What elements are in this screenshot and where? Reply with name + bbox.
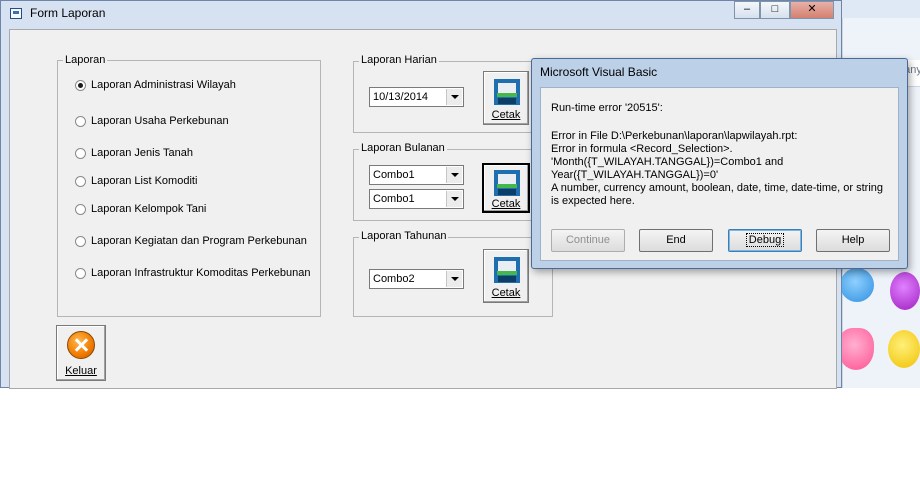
radio-usaha-perkebunan[interactable] [75,116,86,127]
error-message-line: is expected here. [551,195,635,207]
cetak-bulanan-label: Cetak [491,198,521,210]
radio-label-infrastruktur-komoditas[interactable]: Laporan Infrastruktur Komoditas Perkebun… [91,267,311,279]
app-icon [10,8,22,19]
chevron-down-icon[interactable] [446,89,462,105]
continue-button[interactable]: Continue [551,229,625,252]
radio-label-kelompok-tani[interactable]: Laporan Kelompok Tani [91,203,206,215]
radio-label-usaha-perkebunan[interactable]: Laporan Usaha Perkebunan [91,115,229,127]
end-label: End [666,234,686,246]
radio-administrasi-wilayah[interactable] [75,80,86,91]
minimize-button[interactable]: – [734,1,760,19]
error-code: Run-time error '20515': [551,102,663,114]
radio-kelompok-tani[interactable] [75,204,86,215]
error-message-line: 'Month({T_WILAYAH.TANGGAL})=Combo1 and [551,156,784,168]
emoji-sad-icon [840,268,874,302]
cetak-tahunan-button[interactable]: Cetak [483,249,529,303]
tahunan-year-value: Combo2 [373,273,415,285]
bulanan-year-combo[interactable]: Combo1 [369,189,464,209]
cetak-harian-label: Cetak [491,109,521,121]
bulanan-year-value: Combo1 [373,193,415,205]
error-message-line: A number, currency amount, boolean, date… [551,182,884,194]
cetak-tahunan-label: Cetak [491,287,521,299]
keluar-label: Keluar [65,365,97,377]
error-message-line: Error in File D:\Perkebunan\laporan\lapw… [551,130,798,142]
tahunan-year-combo[interactable]: Combo2 [369,269,464,289]
printer-icon [494,257,520,283]
radio-list-komoditi[interactable] [75,176,86,187]
title-bar: Form Laporan – □ ✕ [1,1,843,27]
bulanan-group-title: Laporan Bulanan [359,142,447,154]
error-dialog: Microsoft Visual Basic Run-time error '2… [531,58,908,269]
chevron-down-icon[interactable] [446,191,462,207]
exit-icon [67,331,95,359]
laporan-group-title: Laporan [63,54,108,66]
chevron-down-icon[interactable] [446,167,462,183]
cetak-bulanan-button[interactable]: Cetak [482,163,530,213]
radio-kegiatan-program[interactable] [75,236,86,247]
help-label: Help [841,234,865,246]
emoji-devil-icon [890,272,920,310]
maximize-button[interactable]: □ [760,1,790,19]
chevron-down-icon[interactable] [446,271,462,287]
error-dialog-title: Microsoft Visual Basic [540,65,658,79]
bulanan-month-value: Combo1 [373,169,415,181]
continue-label: Continue [565,234,611,246]
end-button[interactable]: End [639,229,713,252]
tahunan-group-title: Laporan Tahunan [359,230,449,242]
debug-label: Debug [745,233,785,247]
error-message-line: Error in formula <Record_Selection>. [551,143,733,155]
harian-group-title: Laporan Harian [359,54,439,66]
keluar-button[interactable]: Keluar [56,325,106,381]
emoji-smile-icon [888,330,920,368]
debug-button[interactable]: Debug [728,229,802,252]
radio-jenis-tanah[interactable] [75,148,86,159]
radio-label-jenis-tanah[interactable]: Laporan Jenis Tanah [91,147,193,159]
printer-icon [494,170,520,196]
radio-label-kegiatan-program[interactable]: Laporan Kegiatan dan Program Perkebunan [91,235,307,247]
radio-label-list-komoditi[interactable]: Laporan List Komoditi [91,175,197,187]
harian-date-picker[interactable]: 10/13/2014 [369,87,464,107]
close-button[interactable]: ✕ [790,1,834,19]
error-message-line: Year({T_WILAYAH.TANGGAL})=0' [551,169,719,181]
error-dialog-body: Run-time error '20515': Error in File D:… [540,87,899,261]
cetak-harian-button[interactable]: Cetak [483,71,529,125]
harian-date-value: 10/13/2014 [373,91,429,103]
window-title: Form Laporan [30,6,106,20]
emoji-heart-icon [838,328,874,370]
bulanan-month-combo[interactable]: Combo1 [369,165,464,185]
radio-label-administrasi-wilayah[interactable]: Laporan Administrasi Wilayah [91,79,236,91]
radio-infrastruktur-komoditas[interactable] [75,268,86,279]
printer-icon [494,79,520,105]
help-button[interactable]: Help [816,229,890,252]
